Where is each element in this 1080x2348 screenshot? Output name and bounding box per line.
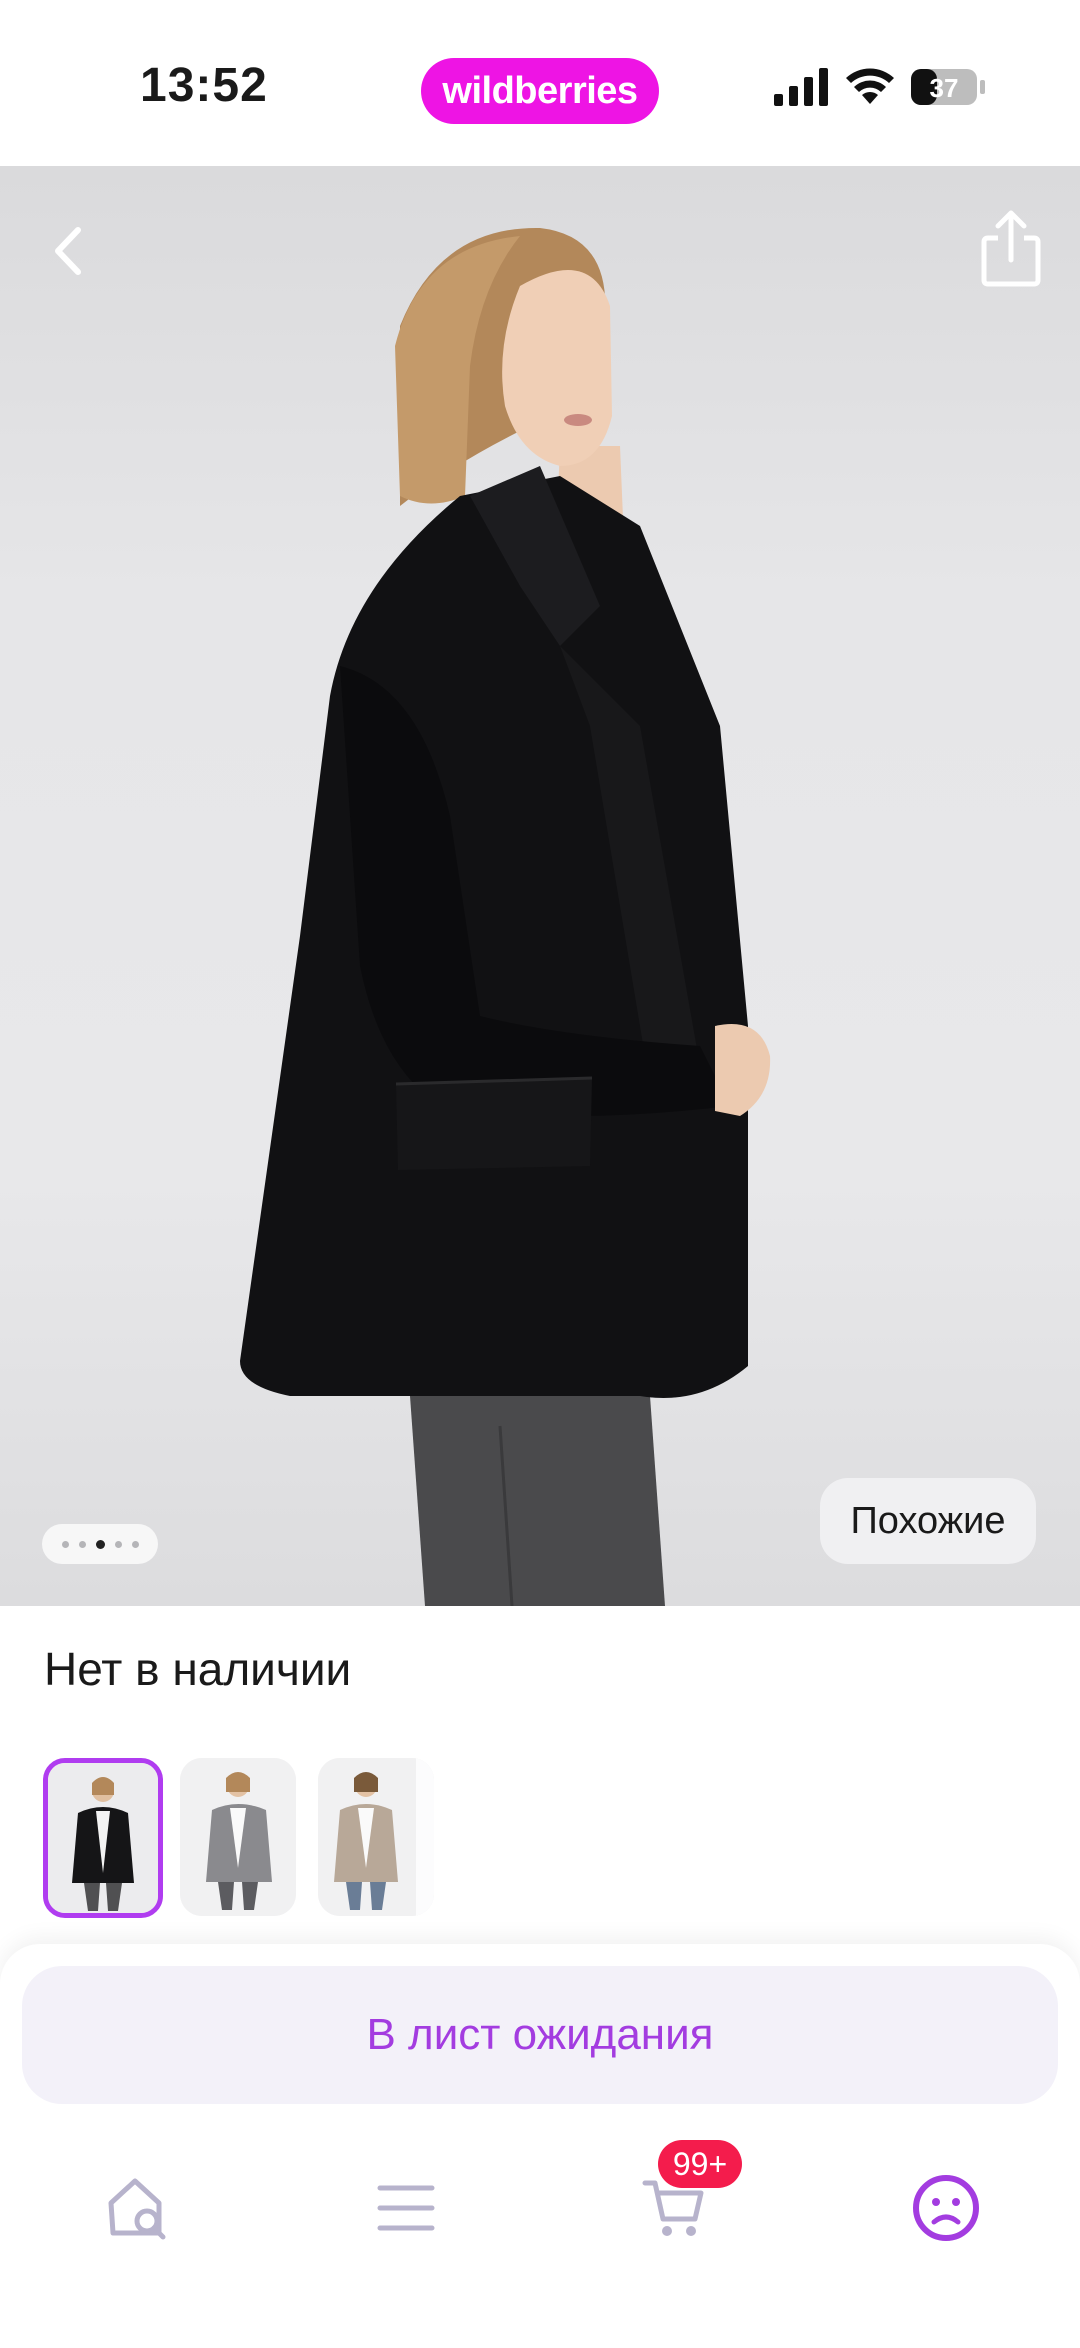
thumb-image: [180, 1758, 296, 1916]
thumb-black-blazer[interactable]: [43, 1758, 163, 1918]
thumb-image: [318, 1758, 434, 1916]
thumb-grey-blazer[interactable]: [180, 1758, 296, 1916]
home-search-icon: [108, 2178, 166, 2240]
status-time: 13:52: [140, 59, 268, 112]
catalog-menu-icon: [377, 2185, 435, 2231]
gallery-pagination: [42, 1524, 158, 1564]
wifi-icon: [846, 68, 894, 104]
similar-button[interactable]: Похожие: [820, 1478, 1036, 1564]
back-button[interactable]: [44, 216, 100, 286]
gallery-dot: [114, 1540, 122, 1548]
profile-icon: [913, 2175, 979, 2241]
battery-level: 37: [930, 73, 959, 103]
bottom-nav: 99+: [0, 2140, 1080, 2258]
waitlist-button[interactable]: В лист ожидания: [22, 1966, 1058, 2104]
product-gallery[interactable]: Похожие: [0, 166, 1080, 1606]
nav-catalog[interactable]: [356, 2158, 456, 2258]
status-bar: 13:52 wildberries 37: [0, 0, 1080, 166]
product-photo: [240, 227, 771, 1606]
availability-status: Нет в наличии: [44, 1643, 352, 1695]
gallery-dot: [131, 1540, 139, 1548]
nav-profile[interactable]: [896, 2158, 996, 2258]
bottom-panel: В лист ожидания 99+: [0, 1944, 1080, 2348]
battery-icon: 37: [911, 69, 985, 105]
cellular-signal-icon: [774, 68, 828, 106]
nav-home[interactable]: [88, 2158, 188, 2258]
gallery-dot: [61, 1540, 69, 1548]
cart-badge: 99+: [658, 2140, 742, 2188]
thumb-image: [48, 1763, 158, 1913]
thumb-beige-blazer[interactable]: [318, 1758, 434, 1916]
gallery-dot-active: [95, 1539, 105, 1549]
gallery-dot: [78, 1540, 86, 1548]
share-button[interactable]: [976, 208, 1046, 290]
brand-logo: wildberries: [421, 58, 659, 124]
